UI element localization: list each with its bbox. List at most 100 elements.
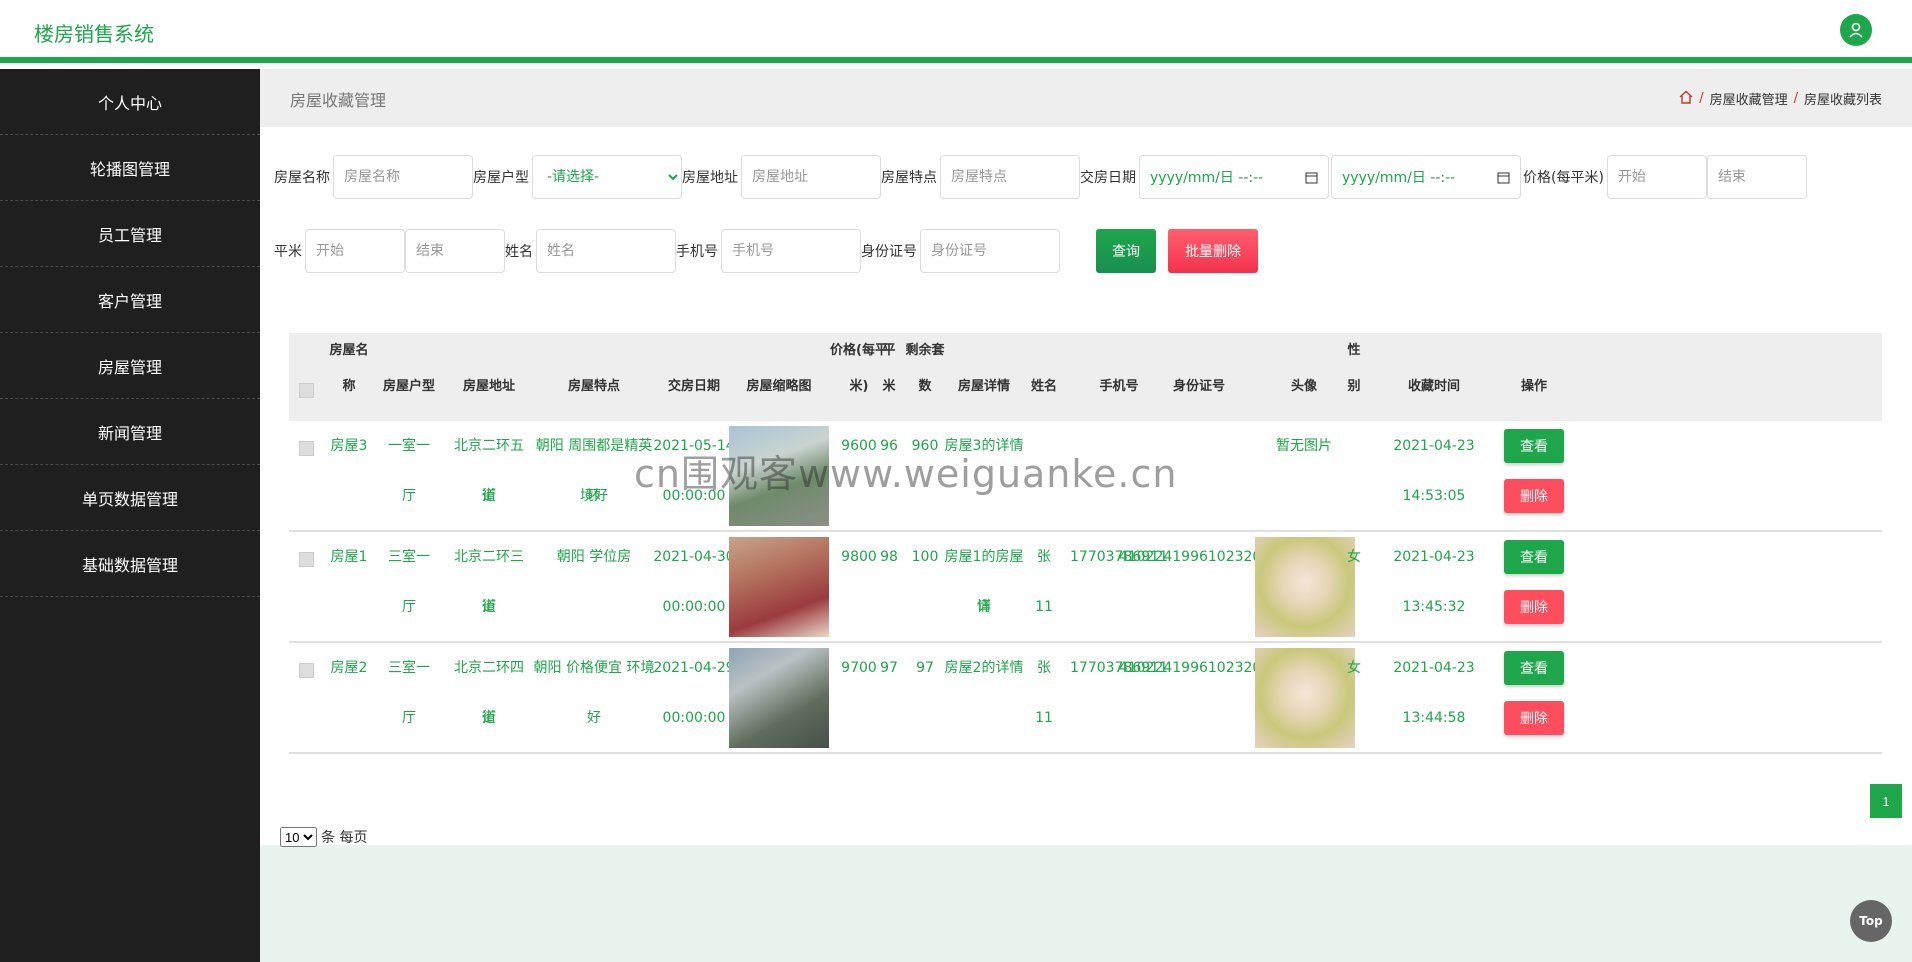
house-thumbnail[interactable] — [729, 537, 829, 637]
breadcrumb-separator: / — [1699, 91, 1704, 106]
breadcrumb-separator: / — [1793, 91, 1798, 106]
date-placeholder: yyyy/mm/日 --:-- — [1150, 170, 1264, 186]
view-button[interactable]: 查看 — [1504, 429, 1564, 463]
row-checkbox[interactable] — [299, 552, 314, 567]
calendar-icon — [1497, 172, 1510, 183]
sidebar-item-basic-data[interactable]: 基础数据管理 — [0, 531, 260, 597]
house-address-input[interactable] — [741, 155, 881, 199]
page-size-control: 10 条 每页 — [280, 827, 367, 847]
phone-input[interactable] — [721, 229, 861, 273]
person-name-label: 姓名 — [505, 244, 533, 260]
house-feature-input[interactable] — [940, 155, 1080, 199]
top-header: 楼房销售系统 — [0, 0, 1912, 63]
cell-address: 道 — [482, 599, 496, 615]
house-feature-label: 房屋特点 — [881, 170, 937, 186]
breadcrumb-item[interactable]: 房屋收藏管理 — [1710, 89, 1788, 108]
table-row: 房屋2 三室一 厅 北京二环四街 道 朝阳 价格便宜 环境好 2021-04-2… — [289, 643, 1882, 754]
user-icon[interactable] — [1840, 14, 1872, 46]
delivery-date-start[interactable]: yyyy/mm/日 --:-- — [1139, 155, 1329, 199]
id-card-input[interactable] — [920, 229, 1060, 273]
cell-person: 11 — [1035, 599, 1053, 615]
page-size-select[interactable]: 10 — [280, 827, 317, 847]
house-type-label: 房屋户型 — [473, 170, 529, 186]
area-end-input[interactable] — [405, 229, 505, 273]
cell-type: 厅 — [402, 488, 416, 504]
watermark: cn围观客www.weiguanke.cn — [634, 452, 1178, 496]
back-to-top-button[interactable]: Top — [1850, 900, 1892, 942]
select-all-checkbox[interactable] — [299, 383, 314, 398]
price-end-input[interactable] — [1706, 155, 1807, 199]
date-placeholder: yyyy/mm/日 --:-- — [1342, 170, 1456, 186]
header-remaining: 剩余套 — [905, 343, 945, 358]
sidebar-item-employees[interactable]: 员工管理 — [0, 201, 260, 267]
sidebar: 个人中心 轮播图管理 员工管理 客户管理 房屋管理 新闻管理 单页数据管理 基础… — [0, 69, 260, 962]
header-gender: 别 — [1347, 379, 1361, 394]
cell-address: 道 — [482, 488, 496, 504]
app-title: 楼房销售系统 — [34, 22, 154, 46]
table-row: 房屋1 三室一 厅 北京二环三街 道 朝阳 学位房 2021-04-30 00:… — [289, 532, 1882, 643]
delete-button[interactable]: 删除 — [1504, 590, 1564, 624]
cell-type: 三室一 — [388, 660, 430, 676]
search-row-2: 平米 姓名 手机号 身份证号 查询 批量删除 — [274, 229, 1258, 273]
person-name-input[interactable] — [536, 229, 676, 273]
sidebar-item-customers[interactable]: 客户管理 — [0, 267, 260, 333]
header-address: 房屋地址 — [462, 379, 515, 394]
breadcrumb: / 房屋收藏管理 / 房屋收藏列表 — [1679, 89, 1882, 108]
house-address-label: 房屋地址 — [682, 170, 738, 186]
price-start-input[interactable] — [1606, 155, 1707, 199]
delete-button[interactable]: 删除 — [1504, 701, 1564, 735]
area-label: 平米 — [274, 244, 302, 260]
view-button[interactable]: 查看 — [1504, 651, 1564, 685]
header-name: 房屋名 — [329, 343, 369, 358]
page-title: 房屋收藏管理 — [290, 91, 387, 110]
delivery-date-label: 交房日期 — [1080, 170, 1136, 186]
cell-fav-time: 13:44:58 — [1402, 710, 1466, 726]
sidebar-item-houses[interactable]: 房屋管理 — [0, 333, 260, 399]
cell-person: 11 — [1035, 710, 1053, 726]
header-detail: 房屋详情 — [957, 379, 1010, 394]
cell-gender: 女 — [1347, 549, 1361, 565]
table-header: 房屋名 称 房屋户型 房屋地址 房屋特点 交房日期 房屋缩略图 价格(每平 米)… — [289, 333, 1882, 421]
main-area: 房屋收藏管理 / 房屋收藏管理 / 房屋收藏列表 房屋名称 房屋户型 -请选择-… — [260, 69, 1912, 962]
cell-fav-time: 14:53:05 — [1402, 488, 1466, 504]
cell-fav-time: 13:45:32 — [1402, 599, 1466, 615]
cell-avatar-text: 暂无图片 — [1276, 438, 1332, 454]
cell-type: 厅 — [402, 710, 416, 726]
cell-type: 三室一 — [388, 549, 430, 565]
home-icon[interactable] — [1679, 90, 1693, 108]
delete-button[interactable]: 删除 — [1504, 479, 1564, 513]
calendar-icon — [1305, 172, 1318, 183]
sidebar-item-personal-center[interactable]: 个人中心 — [0, 69, 260, 135]
sidebar-item-carousel[interactable]: 轮播图管理 — [0, 135, 260, 201]
cell-fav-time: 2021-04-23 — [1393, 549, 1475, 565]
phone-label: 手机号 — [676, 244, 718, 260]
header-gender: 性 — [1347, 343, 1361, 358]
page-number-button[interactable]: 1 — [1870, 784, 1902, 818]
house-thumbnail[interactable] — [729, 648, 829, 748]
breadcrumb-item: 房屋收藏列表 — [1803, 93, 1882, 108]
cell-detail: 情 — [977, 599, 991, 615]
cell-type: 一室一 — [388, 438, 430, 454]
page-header: 房屋收藏管理 / 房屋收藏管理 / 房屋收藏列表 — [260, 69, 1912, 127]
sidebar-item-news[interactable]: 新闻管理 — [0, 399, 260, 465]
search-row-1: 房屋名称 房屋户型 -请选择- 房屋地址 房屋特点 交房日期 yyyy/mm/日… — [274, 155, 1807, 199]
view-button[interactable]: 查看 — [1504, 540, 1564, 574]
header-action: 操作 — [1520, 379, 1547, 394]
house-name-input[interactable] — [333, 155, 473, 199]
area-start-input[interactable] — [305, 229, 405, 273]
batch-delete-button[interactable]: 批量删除 — [1168, 229, 1258, 273]
sidebar-item-single-page[interactable]: 单页数据管理 — [0, 465, 260, 531]
header-thumbnail: 房屋缩略图 — [746, 379, 812, 394]
header-type: 房屋户型 — [382, 379, 435, 394]
price-label: 价格(每平米) — [1523, 170, 1604, 186]
house-type-select[interactable]: -请选择- — [532, 155, 682, 199]
cell-detail: 房屋2的详情 — [944, 660, 1024, 676]
id-card-label: 身份证号 — [861, 244, 917, 260]
cell-fav-time: 2021-04-23 — [1393, 660, 1475, 676]
cell-gender: 女 — [1347, 660, 1361, 676]
row-checkbox[interactable] — [299, 663, 314, 678]
delivery-date-end[interactable]: yyyy/mm/日 --:-- — [1331, 155, 1521, 199]
per-page-label: 条 每页 — [321, 830, 368, 846]
query-button[interactable]: 查询 — [1096, 229, 1156, 273]
row-checkbox[interactable] — [299, 441, 314, 456]
